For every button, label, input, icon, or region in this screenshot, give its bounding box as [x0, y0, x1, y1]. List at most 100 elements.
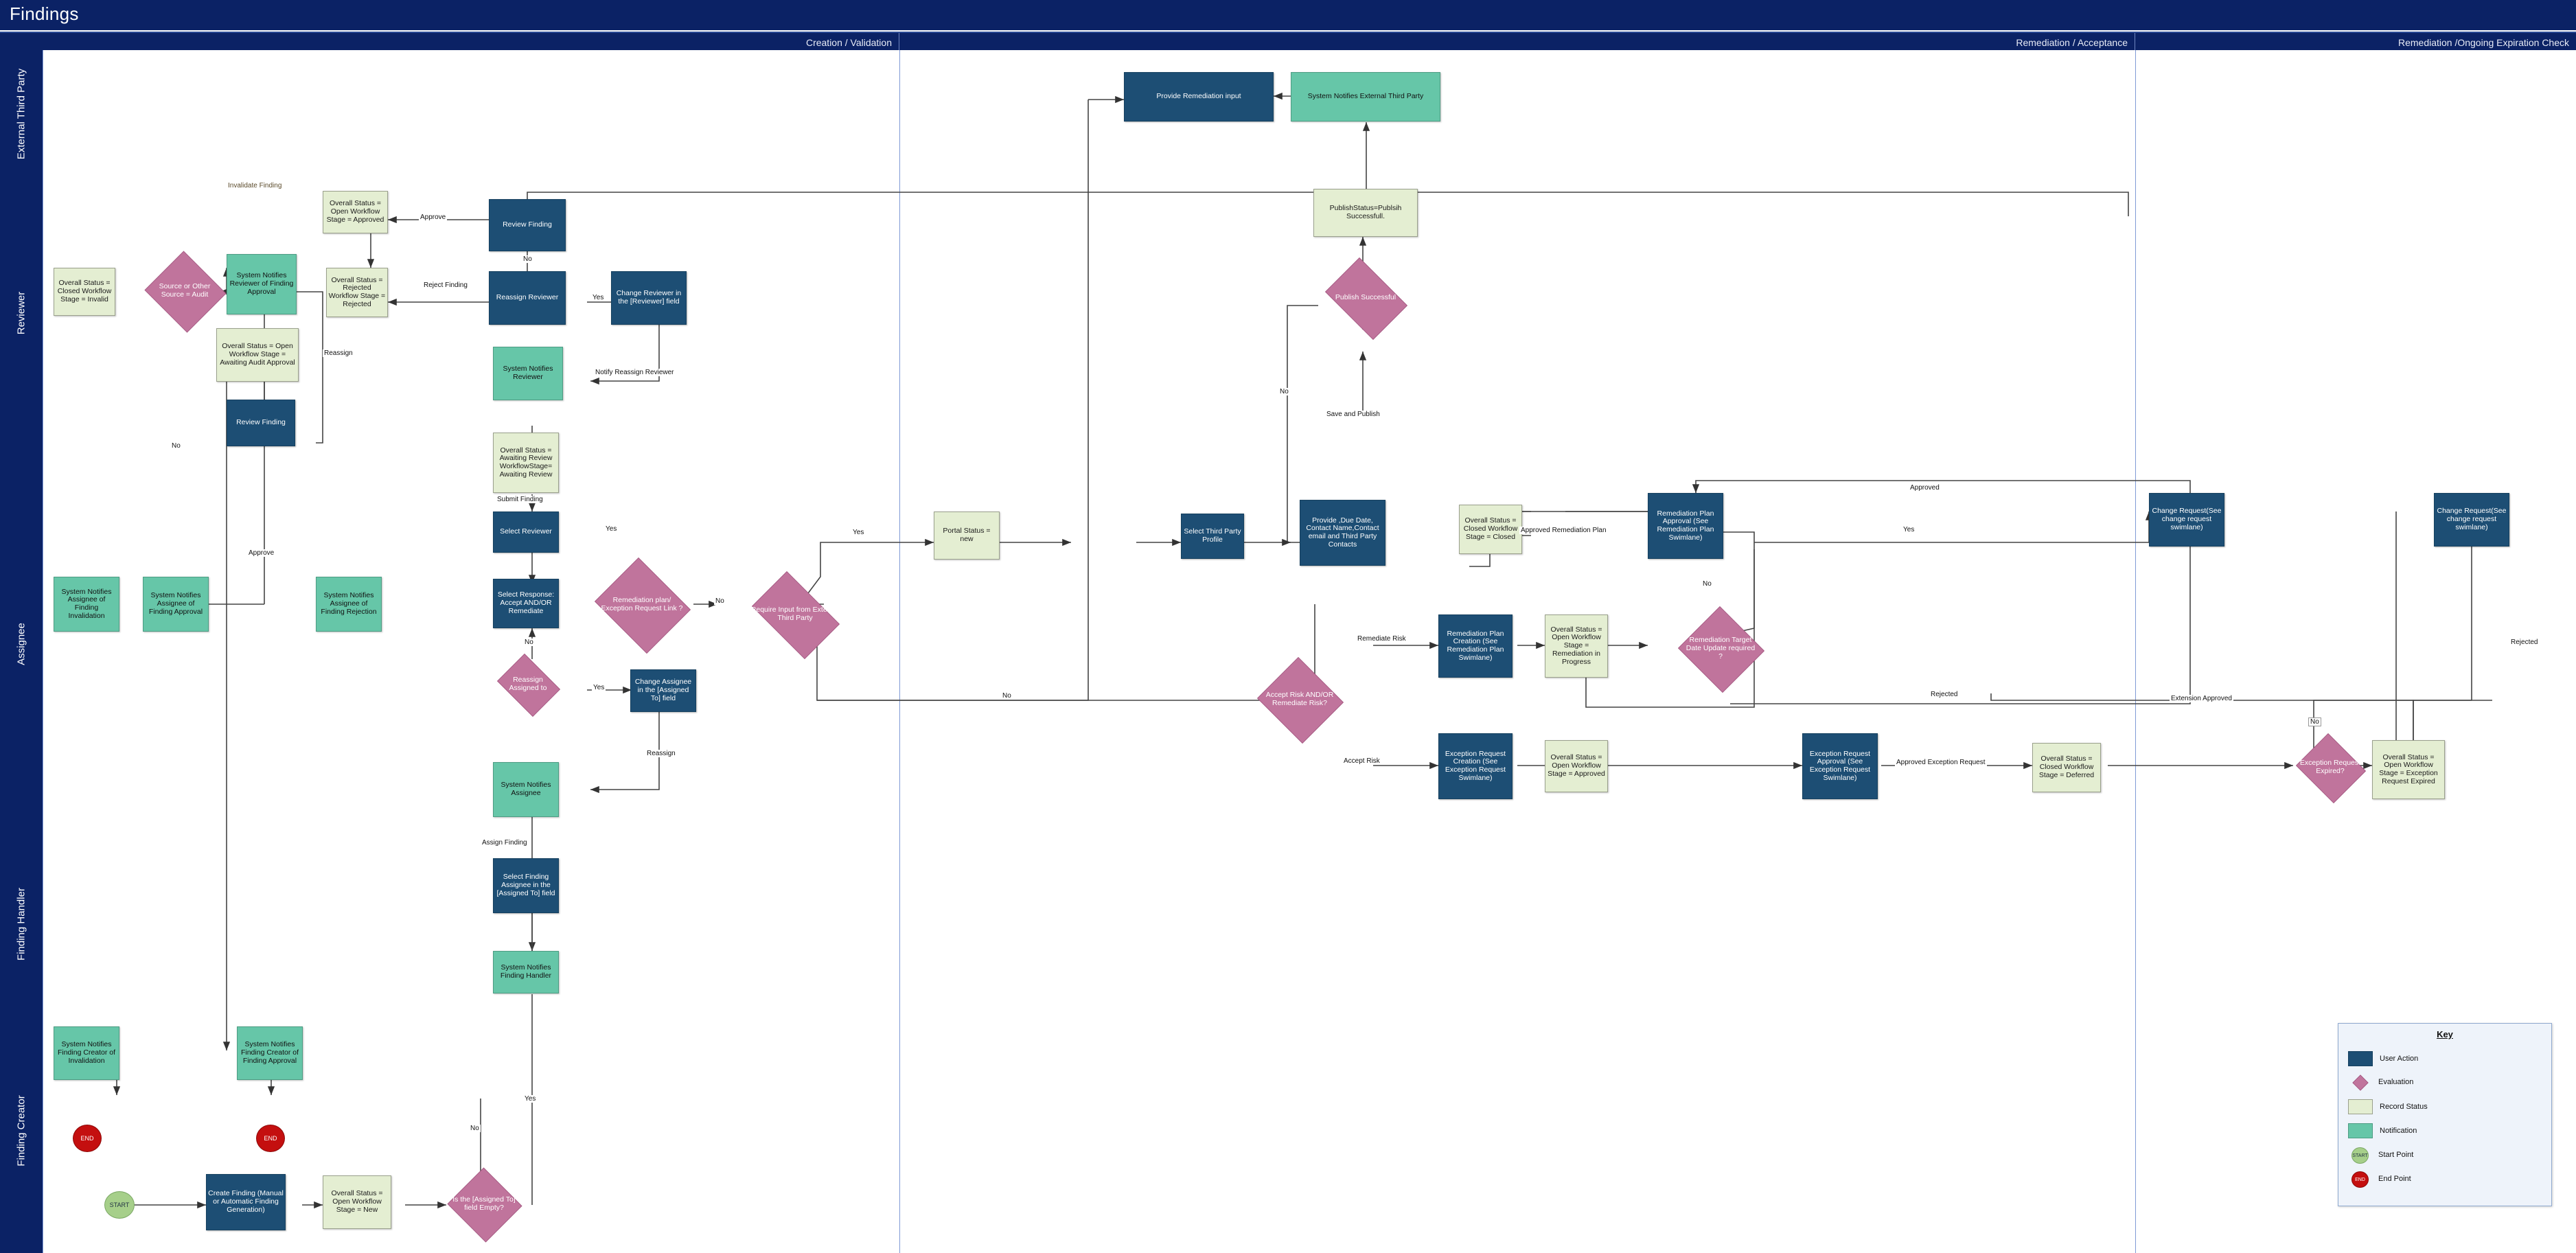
node-select-finding-assignee[interactable]: Select Finding Assignee in the [Assigned…	[493, 858, 559, 913]
lane-body	[43, 840, 2576, 1009]
key-label: Record Status	[2380, 1103, 2428, 1111]
node-remediation-plan-creation[interactable]: Remediation Plan Creation (See Remediati…	[1438, 614, 1513, 678]
edge-label-extension-approved: Extension Approved	[2170, 695, 2233, 702]
node-provide-due-date[interactable]: Provide ,Due Date, Contact Name,Contact …	[1300, 500, 1385, 566]
key-title: Key	[2437, 1029, 2453, 1039]
edge-label-reassign-reviewer: Reassign	[323, 349, 354, 357]
node-source-or-other-source[interactable]: Source or Other Source = Audit	[143, 251, 227, 333]
node-system-notifies-reviewer-approval[interactable]: System Notifies Reviewer of Finding Appr…	[227, 254, 297, 314]
node-system-notifies-assignee-rejection[interactable]: System Notifies Assignee of Finding Reje…	[316, 577, 382, 632]
node-provide-remediation-input[interactable]: Provide Remediation input	[1124, 72, 1274, 122]
notification-swatch-icon	[2348, 1123, 2373, 1138]
node-exception-request-approval[interactable]: Exception Request Approval (See Exceptio…	[1802, 733, 1878, 799]
node-remediation-plan-approval[interactable]: Remediation Plan Approval (See Remediati…	[1648, 493, 1723, 559]
edge-label-yes-target-date: Yes	[1902, 526, 1916, 533]
node-system-notifies-creator-approval[interactable]: System Notifies Finding Creator of Findi…	[237, 1026, 303, 1080]
edge-label-submit-finding: Submit Finding	[496, 496, 544, 503]
node-review-finding-bottom[interactable]: Review Finding	[227, 400, 295, 446]
edge-label-no-empty: No	[469, 1125, 481, 1132]
edge-label-approve-top: Approve	[419, 214, 448, 221]
node-accept-risk-remediate[interactable]: Accept Risk AND/OR Remediate Risk?	[1255, 657, 1344, 744]
node-system-notifies-creator-invalidation[interactable]: System Notifies Finding Creator of Inval…	[54, 1026, 119, 1080]
node-review-finding-top[interactable]: Review Finding	[489, 199, 566, 251]
node-system-notifies-external-third-party[interactable]: System Notifies External Third Party	[1291, 72, 1440, 122]
start-point-icon: START	[2348, 1147, 2371, 1164]
node-system-notifies-assignee-invalidation[interactable]: System Notifies Assignee of Finding Inva…	[54, 577, 119, 632]
node-change-request-1[interactable]: Change Request(See change request swimla…	[2149, 493, 2224, 547]
node-overall-rejected[interactable]: Overall Status = Rejected Workflow Stage…	[326, 268, 388, 317]
node-remediation-exception-link[interactable]: Remediation plan/ Exception Request Link…	[590, 557, 693, 654]
edge-label-rejected-plan: Rejected	[1929, 691, 1959, 698]
node-label: Reassign Assigned to	[509, 676, 547, 692]
node-change-reviewer-field[interactable]: Change Reviewer in the [Reviewer] field	[611, 271, 687, 325]
end-point-2[interactable]: END	[256, 1125, 285, 1152]
node-select-reviewer[interactable]: Select Reviewer	[493, 511, 559, 553]
node-label: Remediation Target Date Update required …	[1686, 636, 1756, 660]
node-label: Is the [Assigned To] field Empty?	[452, 1195, 516, 1212]
node-overall-closed-invalid[interactable]: Overall Status = Closed Workflow Stage =…	[54, 268, 115, 316]
key-row-start-point: START Start Point	[2348, 1147, 2414, 1164]
node-overall-open-approved[interactable]: Overall Status = Open Workflow Stage = A…	[323, 191, 388, 233]
lane-header-assignee: Assignee	[0, 448, 43, 840]
edge-label-assign-finding: Assign Finding	[481, 839, 529, 847]
edge-label-no-target-date: No	[1701, 580, 1713, 588]
end-point-1[interactable]: END	[73, 1125, 102, 1152]
node-overall-open-remediation-progress[interactable]: Overall Status = Open Workflow Stage = R…	[1545, 614, 1608, 678]
node-system-notifies-assignee-approval[interactable]: System Notifies Assignee of Finding Appr…	[143, 577, 209, 632]
flowchart-canvas: Findings Creation / Validation Remediati…	[0, 0, 2576, 1253]
node-label: Require Input from External Third Party	[750, 606, 840, 622]
edge-label-no-select-response: No	[523, 639, 535, 646]
edge-label-yes-reassign-assigned: Yes	[592, 684, 606, 691]
node-assigned-to-field-empty[interactable]: Is the [Assigned To] field Empty?	[446, 1167, 522, 1243]
node-label: Accept Risk AND/OR Remediate Risk?	[1265, 691, 1334, 707]
edge-label-no-link: No	[714, 597, 726, 605]
evaluation-diamond-icon	[2348, 1074, 2371, 1091]
edge-label-reject-finding: Reject Finding	[422, 281, 469, 289]
end-glyph: END	[2351, 1171, 2369, 1188]
node-exception-request-expired[interactable]: Exception Request Expired?	[2293, 733, 2367, 803]
node-system-notifies-reviewer[interactable]: System Notifies Reviewer	[493, 347, 563, 400]
node-select-third-party-profile[interactable]: Select Third Party Profile	[1181, 514, 1244, 559]
node-change-assignee-field[interactable]: Change Assignee in the [Assigned To] fie…	[630, 669, 696, 712]
node-system-notifies-assignee[interactable]: System Notifies Assignee	[493, 762, 559, 817]
lane-header-finding-creator: Finding Creator	[0, 1008, 43, 1253]
node-change-request-2[interactable]: Change Request(See change request swimla…	[2434, 493, 2509, 547]
node-portal-status-new[interactable]: Portal Status = new	[934, 511, 1000, 560]
title-bar: Findings	[0, 0, 2576, 30]
lane-body	[43, 1008, 2576, 1253]
phase-bar: Creation / Validation Remediation / Acce…	[0, 32, 2576, 51]
node-publish-status[interactable]: PublishStatus=Publsih Successfull.	[1313, 189, 1418, 237]
node-publish-successful[interactable]: Publish Successful	[1318, 257, 1413, 340]
phase-divider-2	[2135, 50, 2136, 1253]
node-overall-open-approved-2[interactable]: Overall Status = Open Workflow Stage = A…	[1545, 740, 1608, 792]
key-row-user-action: User Action	[2348, 1051, 2418, 1066]
edge-label-accept-risk: Accept Risk	[1342, 757, 1381, 765]
node-select-response[interactable]: Select Response: Accept AND/OR Remediate	[493, 579, 559, 628]
node-system-notifies-finding-handler[interactable]: System Notifies Finding Handler	[493, 951, 559, 993]
key-label: Start Point	[2378, 1151, 2414, 1159]
node-label: Publish Successful	[1335, 293, 1396, 302]
edge-label-remediate-risk: Remediate Risk	[1356, 635, 1407, 643]
edge-label-invalidate-finding: Invalidate Finding	[227, 182, 284, 189]
key-label: Notification	[2380, 1127, 2417, 1135]
key-row-record-status: Record Status	[2348, 1099, 2428, 1114]
node-reassign-assigned-to[interactable]: Reassign Assigned to	[493, 654, 563, 717]
phase-remediation-acceptance: Remediation / Acceptance	[899, 33, 2135, 51]
node-create-finding[interactable]: Create Finding (Manual or Automatic Find…	[206, 1174, 286, 1230]
key-label: End Point	[2378, 1175, 2411, 1183]
edge-label-yes-empty: Yes	[523, 1095, 538, 1103]
node-overall-closed-closed[interactable]: Overall Status = Closed Workflow Stage =…	[1459, 505, 1522, 554]
node-remediation-target-date[interactable]: Remediation Target Date Update required …	[1677, 606, 1764, 693]
start-point[interactable]: START	[104, 1191, 135, 1219]
node-exception-request-creation[interactable]: Exception Request Creation (See Exceptio…	[1438, 733, 1513, 799]
node-require-input-external-third-party[interactable]: Require Input from External Third Party	[743, 571, 847, 659]
edge-label-no-expired: No	[2308, 717, 2321, 726]
node-overall-awaiting-audit[interactable]: Overall Status = Open Workflow Stage = A…	[216, 328, 299, 382]
key-label: User Action	[2380, 1055, 2419, 1063]
node-overall-awaiting-review[interactable]: Overall Status = Awaiting Review Workflo…	[493, 433, 559, 493]
node-reassign-reviewer[interactable]: Reassign Reviewer	[489, 271, 566, 325]
node-overall-open-exception-expired[interactable]: Overall Status = Open Workflow Stage = E…	[2372, 740, 2445, 799]
node-overall-closed-deferred[interactable]: Overall Status = Closed Workflow Stage =…	[2032, 743, 2101, 792]
node-overall-open-new[interactable]: Overall Status = Open Workflow Stage = N…	[323, 1175, 391, 1229]
node-label: Remediation plan/ Exception Request Link…	[601, 596, 683, 612]
